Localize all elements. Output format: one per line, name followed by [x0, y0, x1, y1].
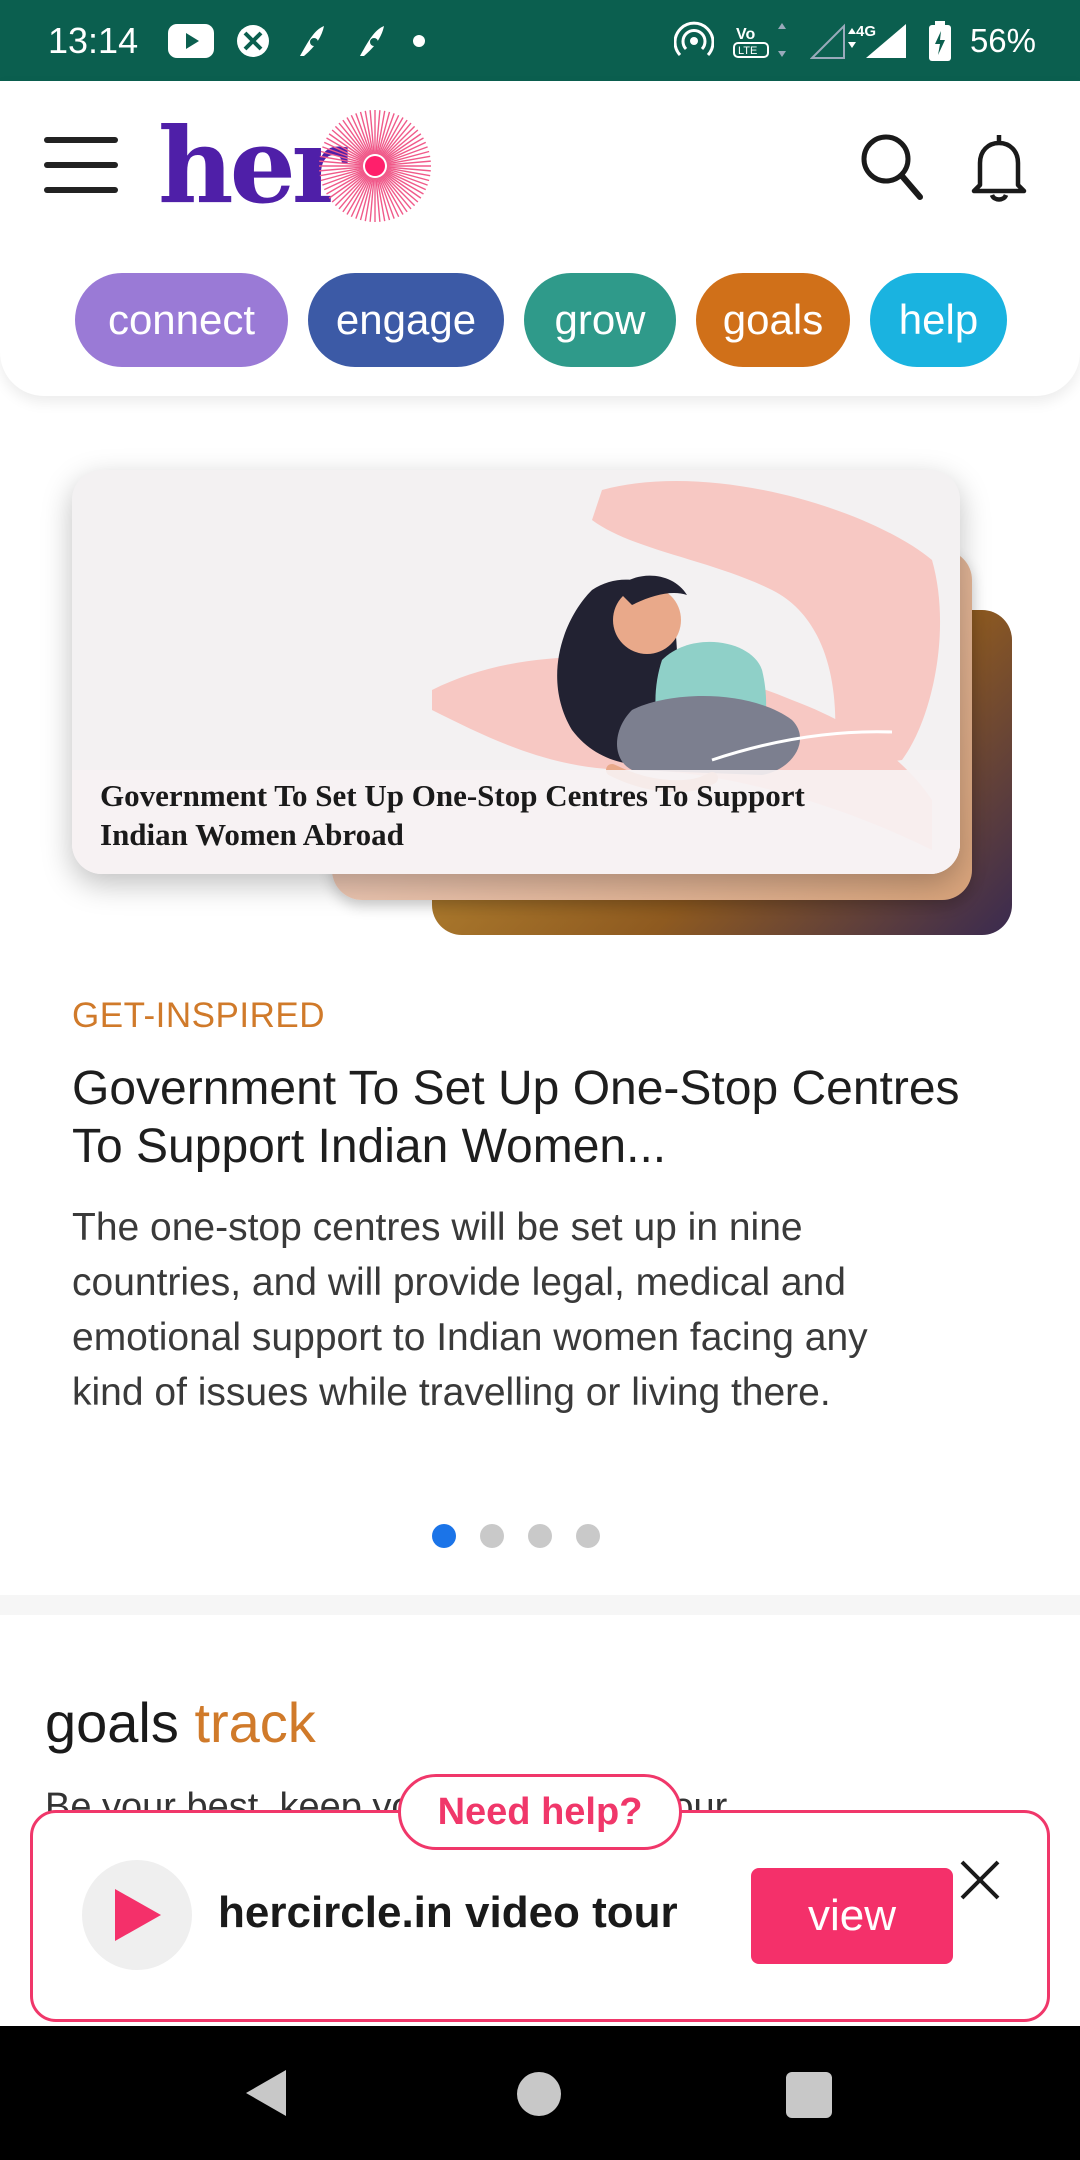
card-caption: Government To Set Up One-Stop Centres To…	[100, 778, 805, 852]
close-icon[interactable]	[958, 1858, 1002, 1902]
recent-apps-icon[interactable]	[786, 2072, 832, 2118]
chip-grow[interactable]: grow	[524, 273, 676, 367]
need-help-pill[interactable]: Need help?	[398, 1774, 682, 1850]
chip-help[interactable]: help	[870, 273, 1007, 367]
back-icon[interactable]	[244, 2068, 288, 2123]
section-divider	[0, 1595, 1080, 1615]
goals-heading-word: goals	[45, 1691, 179, 1754]
carousel-dot[interactable]	[576, 1524, 600, 1548]
featured-card[interactable]: Government To Set Up One-Stop Centres To…	[72, 470, 960, 874]
chip-goals[interactable]: goals	[696, 273, 850, 367]
battery-icon	[928, 20, 952, 61]
status-bar: 13:14 Vo LTE 4G 56%	[0, 0, 1080, 81]
chip-engage[interactable]: engage	[308, 273, 504, 367]
logo-burst-icon	[319, 110, 431, 222]
logo[interactable]: her	[158, 101, 438, 231]
carousel-dot-active[interactable]	[432, 1524, 456, 1548]
volte-icon: Vo LTE	[732, 21, 792, 61]
video-tour-text: hercircle.in video tour	[218, 1888, 678, 1937]
carousel-dot[interactable]	[528, 1524, 552, 1548]
svg-text:4G: 4G	[856, 23, 876, 40]
home-icon[interactable]	[517, 2072, 561, 2116]
category-chips: connect engage grow goals help	[75, 273, 1007, 367]
app-icon	[352, 22, 390, 60]
logo-text: her	[158, 104, 347, 227]
featured-carousel[interactable]: Government To Set Up One-Stop Centres To…	[0, 430, 1080, 1595]
card-stack[interactable]: Government To Set Up One-Stop Centres To…	[72, 470, 1012, 935]
pinwheel-icon	[236, 24, 270, 58]
chip-connect[interactable]: connect	[75, 273, 288, 367]
svg-text:Vo: Vo	[736, 26, 755, 43]
search-icon[interactable]	[858, 131, 924, 201]
svg-text:LTE: LTE	[738, 45, 757, 57]
signal-icon: 4G	[809, 20, 910, 62]
battery-percent: 56%	[969, 21, 1036, 59]
hotspot-icon	[673, 21, 714, 61]
view-button[interactable]: view	[751, 1868, 953, 1964]
play-icon	[115, 1889, 161, 1941]
status-time: 13:14	[48, 19, 139, 61]
app-icon	[292, 22, 330, 60]
notification-bell-icon[interactable]	[966, 131, 1032, 203]
carousel-dot[interactable]	[480, 1524, 504, 1548]
youtube-icon	[168, 23, 215, 58]
app-header: her connect engage grow goals help	[0, 81, 1080, 396]
menu-icon[interactable]	[44, 137, 118, 197]
goals-heading: goals track	[45, 1690, 316, 1755]
article-category[interactable]: GET-INSPIRED	[72, 996, 325, 1036]
carousel-pagination	[432, 1524, 600, 1548]
article-description: The one-stop centres will be set up in n…	[72, 1206, 868, 1414]
article-title[interactable]: Government To Set Up One-Stop Centres To…	[72, 1060, 972, 1176]
system-nav-bar	[0, 2026, 1080, 2160]
dot-icon	[412, 34, 426, 48]
track-heading-word: track	[194, 1691, 316, 1754]
play-button[interactable]	[82, 1860, 192, 1970]
